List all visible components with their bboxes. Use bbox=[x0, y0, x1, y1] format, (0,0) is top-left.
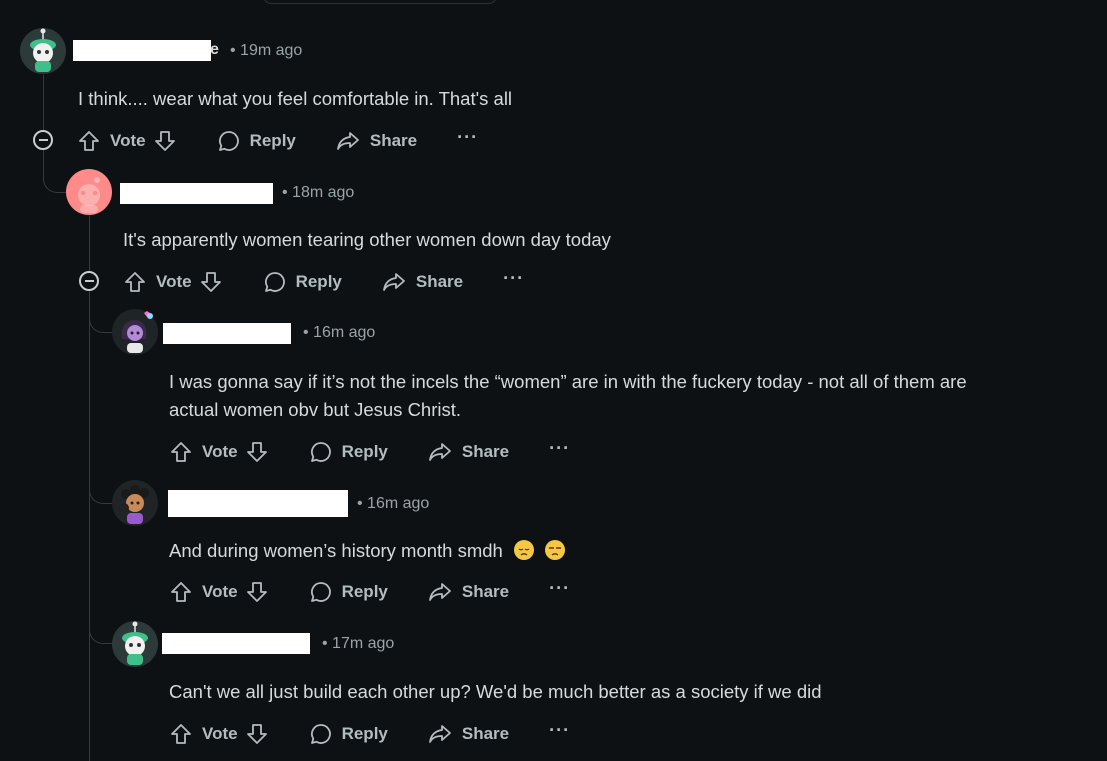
speech-bubble-icon bbox=[310, 442, 331, 462]
comment-actions: Vote Reply Share ··· bbox=[170, 719, 570, 749]
arrow-up-icon[interactable] bbox=[124, 271, 146, 293]
arrow-down-icon[interactable] bbox=[246, 441, 268, 463]
avatar[interactable] bbox=[112, 480, 158, 526]
username-redacted[interactable] bbox=[120, 183, 273, 204]
share-button[interactable]: Share bbox=[382, 271, 463, 293]
reply-button[interactable]: Reply bbox=[310, 581, 388, 603]
arrow-down-icon[interactable] bbox=[200, 271, 222, 293]
share-label: Share bbox=[461, 724, 510, 743]
vote-label: Vote bbox=[202, 442, 238, 461]
share-button[interactable]: Share bbox=[428, 723, 509, 745]
thread-line-level1 bbox=[89, 216, 90, 272]
comment-text-line-1: I was gonna say if it’s not the incels t… bbox=[169, 371, 967, 392]
share-button[interactable]: Share bbox=[428, 441, 509, 463]
vote-label: Vote bbox=[202, 724, 238, 743]
comment-timestamp: • 18m ago bbox=[282, 184, 355, 201]
speech-bubble-icon bbox=[310, 582, 331, 602]
thread-elbow-2 bbox=[89, 310, 112, 333]
unamused-face-emoji bbox=[545, 540, 566, 560]
reply-label: Reply bbox=[295, 272, 342, 291]
comment-text: It's apparently women tearing other wome… bbox=[123, 229, 611, 250]
share-arrow-icon bbox=[382, 273, 405, 291]
comment-text: And during women’s history month smdh bbox=[169, 537, 566, 565]
arrow-down-icon[interactable] bbox=[154, 130, 176, 152]
arrow-up-icon[interactable] bbox=[170, 723, 192, 745]
reply-label: Reply bbox=[249, 131, 296, 150]
speech-bubble-icon bbox=[310, 724, 331, 744]
arrow-down-icon[interactable] bbox=[246, 581, 268, 603]
share-arrow-icon bbox=[428, 725, 451, 743]
share-label: Share bbox=[415, 272, 464, 291]
avatar[interactable] bbox=[66, 169, 112, 215]
arrow-up-icon[interactable] bbox=[170, 581, 192, 603]
vote-label: Vote bbox=[156, 272, 192, 291]
comment-timestamp: • 16m ago bbox=[303, 324, 376, 341]
avatar[interactable] bbox=[112, 309, 158, 355]
more-options-button[interactable]: ··· bbox=[549, 721, 570, 743]
thread-line-level1-lower bbox=[89, 291, 90, 761]
more-options-button[interactable]: ··· bbox=[549, 579, 570, 601]
comment-timestamp: • 17m ago bbox=[322, 635, 395, 652]
thread-elbow-4 bbox=[89, 621, 112, 644]
avatar[interactable] bbox=[112, 621, 158, 667]
reply-label: Reply bbox=[341, 582, 388, 601]
share-label: Share bbox=[461, 582, 510, 601]
username-redacted[interactable] bbox=[73, 40, 211, 61]
speech-bubble-icon bbox=[264, 272, 285, 292]
reply-button[interactable]: Reply bbox=[310, 723, 388, 745]
comment-text: I think.... wear what you feel comfortab… bbox=[78, 88, 513, 109]
share-button[interactable]: Share bbox=[428, 581, 509, 603]
vote-label: Vote bbox=[202, 582, 238, 601]
comment-actions: Vote Reply Share ··· bbox=[170, 437, 570, 467]
comment-actions: Vote Reply Share ··· bbox=[170, 577, 570, 607]
arrow-down-icon[interactable] bbox=[246, 723, 268, 745]
share-label: Share bbox=[369, 131, 418, 150]
comment-text-line-2: actual women obv but Jesus Christ. bbox=[169, 399, 462, 420]
vote-label: Vote bbox=[110, 131, 146, 150]
comment-actions: Vote Reply Share ··· bbox=[124, 267, 524, 297]
arrow-up-icon[interactable] bbox=[170, 441, 192, 463]
comment-text-content: And during women’s history month smdh bbox=[169, 540, 503, 561]
share-arrow-icon bbox=[428, 583, 451, 601]
comment-timestamp: • 16m ago bbox=[357, 495, 430, 512]
share-button[interactable]: Share bbox=[336, 130, 417, 152]
thread-elbow-1 bbox=[43, 170, 66, 193]
search-bar-edge bbox=[262, 0, 498, 4]
more-options-button[interactable]: ··· bbox=[503, 269, 524, 291]
username-redacted[interactable] bbox=[162, 633, 310, 654]
reply-button[interactable]: Reply bbox=[218, 130, 296, 152]
username-redacted[interactable] bbox=[168, 490, 348, 517]
share-arrow-icon bbox=[428, 443, 451, 461]
reply-label: Reply bbox=[341, 724, 388, 743]
username-tail: e bbox=[210, 41, 219, 58]
comment-actions: Vote Reply Share ··· bbox=[78, 126, 478, 156]
reply-label: Reply bbox=[341, 442, 388, 461]
share-label: Share bbox=[461, 442, 510, 461]
thread-line-root-lower bbox=[43, 150, 44, 170]
username-redacted[interactable] bbox=[163, 323, 291, 344]
thread-line-root bbox=[43, 75, 44, 131]
more-options-button[interactable]: ··· bbox=[457, 128, 478, 150]
disappointed-face-emoji bbox=[514, 540, 534, 560]
comment-text: Can't we all just build each other up? W… bbox=[169, 681, 822, 702]
speech-bubble-icon bbox=[218, 131, 239, 151]
reply-button[interactable]: Reply bbox=[310, 441, 388, 463]
more-options-button[interactable]: ··· bbox=[549, 439, 570, 461]
collapse-thread-button[interactable] bbox=[79, 271, 99, 291]
thread-elbow-3 bbox=[89, 481, 112, 504]
avatar[interactable] bbox=[20, 28, 66, 74]
reply-button[interactable]: Reply bbox=[264, 271, 342, 293]
collapse-thread-button[interactable] bbox=[33, 130, 53, 150]
share-arrow-icon bbox=[336, 132, 359, 150]
arrow-up-icon[interactable] bbox=[78, 130, 100, 152]
comment-timestamp: • 19m ago bbox=[230, 42, 303, 59]
